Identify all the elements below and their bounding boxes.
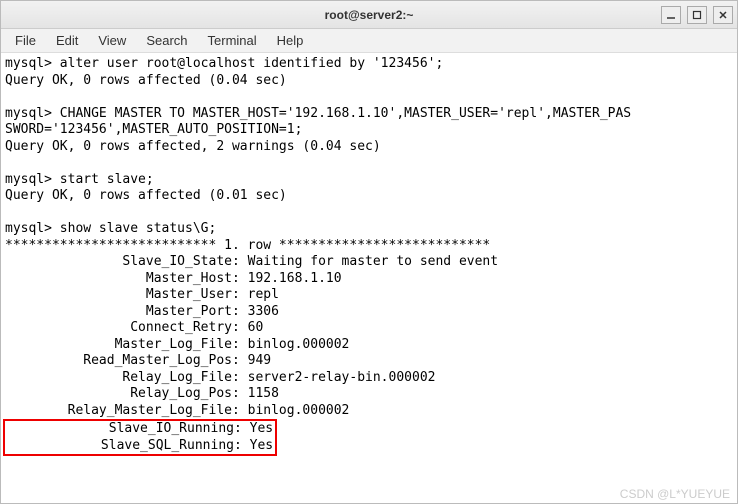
terminal-line: mysql> show slave status\G; (5, 221, 216, 236)
menu-file[interactable]: File (5, 31, 46, 50)
terminal-window: root@server2:~ File Edit View Search Ter… (0, 0, 738, 504)
terminal-line: Relay_Log_Pos: 1158 (5, 386, 279, 401)
terminal-line: mysql> alter user root@localhost identif… (5, 56, 443, 71)
terminal-line: Query OK, 0 rows affected, 2 warnings (0… (5, 139, 381, 154)
terminal-line: Query OK, 0 rows affected (0.01 sec) (5, 188, 287, 203)
terminal-line: Slave_IO_Running: Yes (7, 421, 273, 436)
terminal-line: Master_User: repl (5, 287, 279, 302)
terminal-line: Read_Master_Log_Pos: 949 (5, 353, 271, 368)
terminal-line: Master_Host: 192.168.1.10 (5, 271, 342, 286)
terminal-line: mysql> CHANGE MASTER TO MASTER_HOST='192… (5, 106, 631, 121)
terminal-line: mysql> start slave; (5, 172, 154, 187)
titlebar: root@server2:~ (1, 1, 737, 29)
terminal-line: Relay_Master_Log_File: binlog.000002 (5, 403, 349, 418)
terminal-line: *************************** 1. row *****… (5, 238, 490, 253)
menu-help[interactable]: Help (267, 31, 314, 50)
menubar: File Edit View Search Terminal Help (1, 29, 737, 53)
terminal-line: Connect_Retry: 60 (5, 320, 263, 335)
terminal-content[interactable]: mysql> alter user root@localhost identif… (1, 53, 737, 503)
minimize-button[interactable] (661, 6, 681, 24)
terminal-line: Slave_IO_State: Waiting for master to se… (5, 254, 498, 269)
menu-edit[interactable]: Edit (46, 31, 88, 50)
window-controls (661, 1, 733, 29)
window-title: root@server2:~ (325, 8, 414, 22)
menu-terminal[interactable]: Terminal (198, 31, 267, 50)
terminal-line: Query OK, 0 rows affected (0.04 sec) (5, 73, 287, 88)
terminal-line: Relay_Log_File: server2-relay-bin.000002 (5, 370, 435, 385)
terminal-line: SWORD='123456',MASTER_AUTO_POSITION=1; (5, 122, 302, 137)
terminal-line: Master_Log_File: binlog.000002 (5, 337, 349, 352)
maximize-button[interactable] (687, 6, 707, 24)
terminal-line: Master_Port: 3306 (5, 304, 279, 319)
close-button[interactable] (713, 6, 733, 24)
terminal-line: Slave_SQL_Running: Yes (7, 438, 273, 453)
menu-search[interactable]: Search (136, 31, 197, 50)
highlight-slave-running: Slave_IO_Running: Yes Slave_SQL_Running:… (3, 419, 277, 456)
menu-view[interactable]: View (88, 31, 136, 50)
